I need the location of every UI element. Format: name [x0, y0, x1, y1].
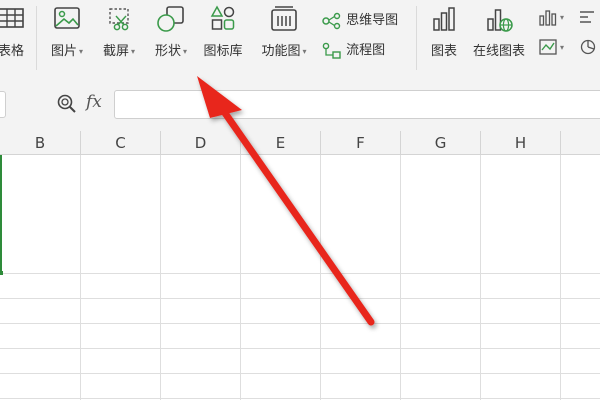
annotation-arrow	[197, 76, 375, 326]
arrow-head	[197, 76, 242, 118]
arrow-shaft	[214, 99, 375, 326]
